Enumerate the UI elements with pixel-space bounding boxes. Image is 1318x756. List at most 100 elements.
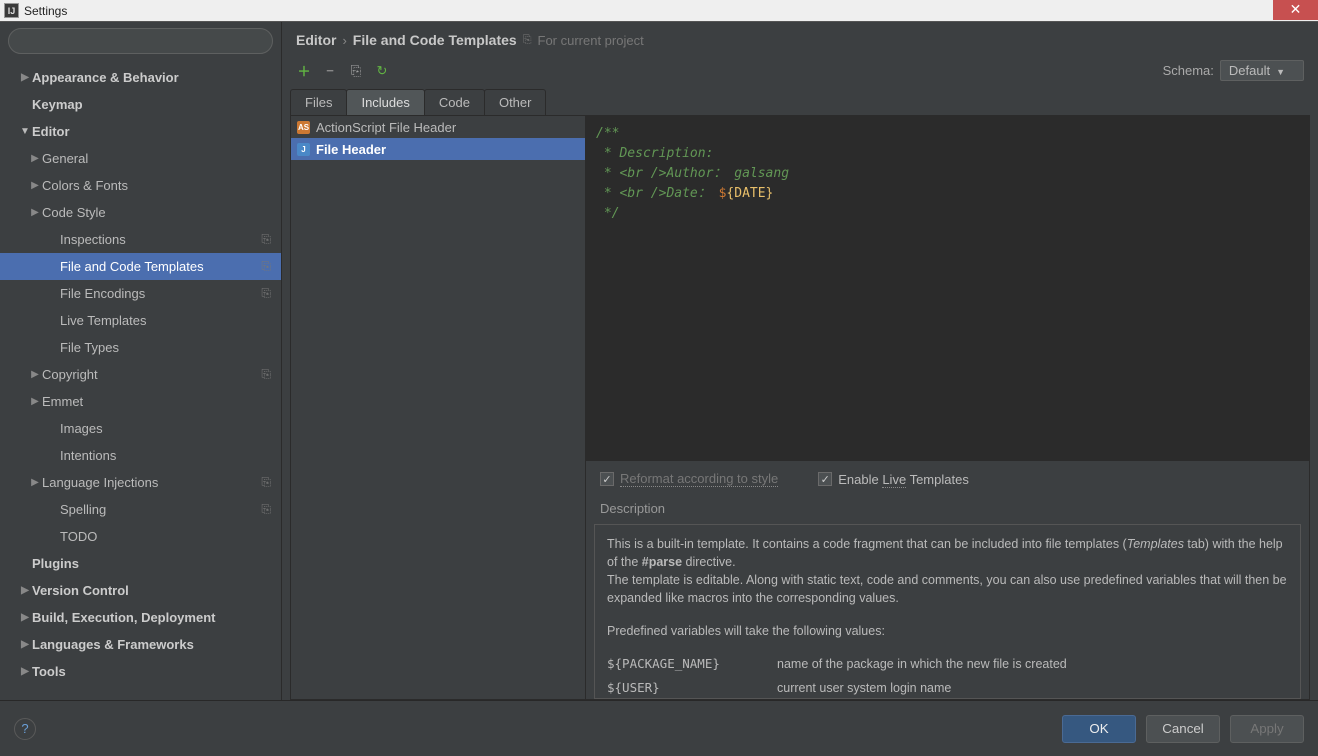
sidebar-item-label: Plugins	[32, 556, 79, 571]
variable-name: ${PACKAGE_NAME}	[607, 655, 777, 673]
cancel-button[interactable]: Cancel	[1146, 715, 1220, 743]
tab-includes[interactable]: Includes	[346, 89, 424, 115]
sidebar-item-file-types[interactable]: File Types	[0, 334, 281, 361]
sidebar-item-intentions[interactable]: Intentions	[0, 442, 281, 469]
file-type-icon: J	[297, 143, 310, 156]
schema-select[interactable]: Default▼	[1220, 60, 1304, 81]
sidebar-item-images[interactable]: Images	[0, 415, 281, 442]
chevron-icon: ▶	[28, 207, 42, 218]
scope-icon: ⎘	[523, 34, 532, 47]
sidebar-item-editor[interactable]: ▼Editor	[0, 118, 281, 145]
copy-icon[interactable]: ⎘	[348, 63, 364, 79]
remove-icon[interactable]: −	[322, 63, 338, 79]
sidebar-item-colors-fonts[interactable]: ▶Colors & Fonts	[0, 172, 281, 199]
sidebar-item-label: General	[42, 151, 88, 166]
breadcrumb: Editor › File and Code Templates ⎘ For c…	[282, 22, 1318, 54]
template-item-actionscript-file-header[interactable]: ASActionScript File Header	[291, 116, 585, 138]
sidebar-item-emmet[interactable]: ▶Emmet	[0, 388, 281, 415]
variable-row: ${USER}current user system login name	[607, 676, 1288, 699]
sidebar-item-copyright[interactable]: ▶Copyright⎘	[0, 361, 281, 388]
sidebar-item-build-execution-deployment[interactable]: ▶Build, Execution, Deployment	[0, 604, 281, 631]
sidebar-item-label: Images	[60, 421, 103, 436]
sidebar-item-label: File Types	[60, 340, 119, 355]
sidebar-item-file-and-code-templates[interactable]: File and Code Templates⎘	[0, 253, 281, 280]
project-scope-icon: ⎘	[261, 286, 271, 301]
breadcrumb-part1: Editor	[296, 32, 336, 48]
project-scope-icon: ⎘	[261, 475, 271, 490]
chevron-icon: ▶	[28, 153, 42, 164]
tab-code[interactable]: Code	[424, 89, 485, 115]
sidebar-item-appearance-behavior[interactable]: ▶Appearance & Behavior	[0, 64, 281, 91]
breadcrumb-part2: File and Code Templates	[353, 32, 517, 48]
variable-desc: current user system login name	[777, 679, 951, 697]
chevron-icon: ▶	[18, 72, 32, 83]
refresh-icon[interactable]: ↻	[374, 63, 390, 79]
sidebar-item-keymap[interactable]: Keymap	[0, 91, 281, 118]
chevron-icon: ▶	[18, 639, 32, 650]
template-label: File Header	[316, 142, 386, 157]
sidebar-item-tools[interactable]: ▶Tools	[0, 658, 281, 685]
chevron-icon: ▶	[18, 666, 32, 677]
sidebar-item-general[interactable]: ▶General	[0, 145, 281, 172]
settings-tree: ▶Appearance & BehaviorKeymap▼Editor▶Gene…	[0, 60, 281, 700]
sidebar-item-label: Languages & Frameworks	[32, 637, 194, 652]
sidebar-item-label: Tools	[32, 664, 66, 679]
description-label: Description	[586, 497, 1309, 520]
tab-other[interactable]: Other	[484, 89, 547, 115]
chevron-icon: ▼	[18, 126, 32, 137]
sidebar-item-label: Spelling	[60, 502, 106, 517]
sidebar-item-code-style[interactable]: ▶Code Style	[0, 199, 281, 226]
project-scope-icon: ⎘	[261, 367, 271, 382]
sidebar-item-plugins[interactable]: Plugins	[0, 550, 281, 577]
reformat-checkbox[interactable]: Reformat according to style	[600, 471, 778, 487]
apply-button[interactable]: Apply	[1230, 715, 1304, 743]
add-icon[interactable]: ＋	[296, 63, 312, 79]
sidebar-item-spelling[interactable]: Spelling ⎘	[0, 496, 281, 523]
sidebar-item-todo[interactable]: TODO	[0, 523, 281, 550]
sidebar-item-label: Inspections	[60, 232, 126, 247]
sidebar-item-inspections[interactable]: Inspections ⎘	[0, 226, 281, 253]
search-input[interactable]	[8, 28, 273, 54]
sidebar: ▶Appearance & BehaviorKeymap▼Editor▶Gene…	[0, 22, 282, 700]
tab-files[interactable]: Files	[290, 89, 347, 115]
file-type-icon: AS	[297, 121, 310, 134]
sidebar-item-label: Live Templates	[60, 313, 146, 328]
sidebar-item-live-templates[interactable]: Live Templates	[0, 307, 281, 334]
tabs: FilesIncludesCodeOther	[290, 89, 1310, 116]
chevron-icon: ▶	[28, 369, 42, 380]
project-scope-icon: ⎘	[261, 502, 271, 517]
sidebar-item-label: Language Injections	[42, 475, 158, 490]
sidebar-item-file-encodings[interactable]: File Encodings ⎘	[0, 280, 281, 307]
description-box: This is a built-in template. It contains…	[594, 524, 1301, 699]
sidebar-item-label: Code Style	[42, 205, 106, 220]
sidebar-item-languages-frameworks[interactable]: ▶Languages & Frameworks	[0, 631, 281, 658]
sidebar-item-language-injections[interactable]: ▶Language Injections⎘	[0, 469, 281, 496]
checkbox-icon	[818, 472, 832, 486]
titlebar: IJ Settings ✕	[0, 0, 1318, 22]
sidebar-item-label: Editor	[32, 124, 70, 139]
sidebar-item-label: Intentions	[60, 448, 116, 463]
code-editor[interactable]: /** * Description: * <br />Author： galsa…	[586, 116, 1309, 461]
sidebar-item-label: File Encodings	[60, 286, 145, 301]
sidebar-item-version-control[interactable]: ▶Version Control	[0, 577, 281, 604]
template-item-file-header[interactable]: J File Header	[291, 138, 585, 160]
sidebar-item-label: Colors & Fonts	[42, 178, 128, 193]
help-button[interactable]: ?	[14, 718, 36, 740]
schema-label: Schema:	[1163, 63, 1214, 78]
project-scope-icon: ⎘	[261, 232, 271, 247]
footer: ? OK Cancel Apply	[0, 700, 1318, 756]
ok-button[interactable]: OK	[1062, 715, 1136, 743]
chevron-icon: ▶	[28, 180, 42, 191]
sidebar-item-label: File and Code Templates	[60, 259, 204, 274]
sidebar-item-label: Keymap	[32, 97, 83, 112]
variable-name: ${USER}	[607, 679, 777, 697]
enable-live-templates-checkbox[interactable]: Enable Live Templates	[818, 472, 969, 487]
chevron-icon: ▶	[28, 396, 42, 407]
sidebar-item-label: TODO	[60, 529, 97, 544]
variable-row: ${PACKAGE_NAME}name of the package in wh…	[607, 652, 1288, 676]
variable-desc: name of the package in which the new fil…	[777, 655, 1067, 673]
chevron-icon: ▶	[18, 612, 32, 623]
close-button[interactable]: ✕	[1273, 0, 1318, 20]
sidebar-item-label: Build, Execution, Deployment	[32, 610, 215, 625]
template-list: ASActionScript File Header J File Header	[290, 116, 586, 700]
